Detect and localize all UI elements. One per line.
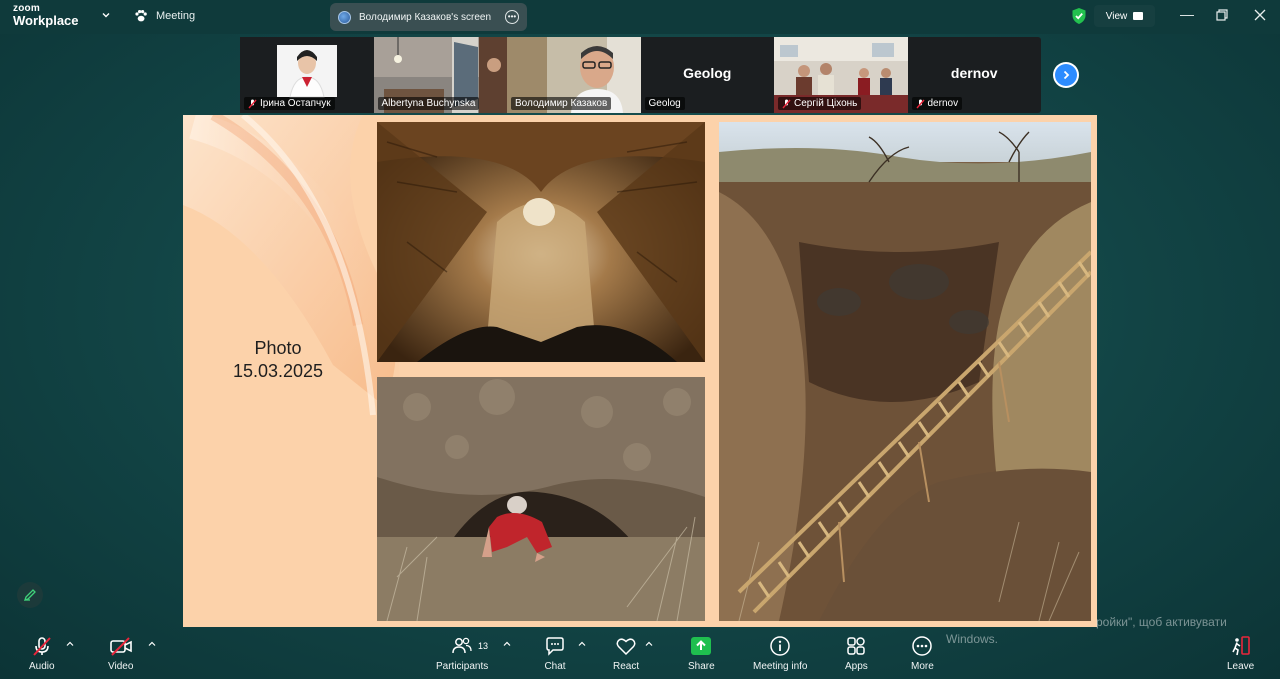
mic-muted-icon [248, 99, 257, 108]
participant-tile[interactable]: Geolog Geolog [641, 37, 775, 113]
logo-line2: Workplace [13, 13, 79, 28]
participant-display-name: Geolog [683, 65, 732, 81]
apps-icon [845, 635, 867, 657]
chat-button[interactable]: Chat [544, 635, 566, 672]
leave-label: Leave [1227, 661, 1255, 672]
windows-activation-watermark-line2: Windows. [946, 632, 999, 646]
leave-door-icon [1230, 635, 1252, 657]
react-options-chevron-icon[interactable] [645, 640, 653, 648]
meeting-label: Meeting [156, 10, 196, 22]
participant-name-tag: Сергій Ціхонь [778, 97, 862, 110]
globe-icon [338, 10, 351, 24]
audio-label: Audio [29, 661, 55, 672]
security-shield-icon[interactable] [1071, 7, 1087, 25]
participant-name-tag: Geolog [644, 97, 685, 110]
windows-activation-watermark-line1: ройки", щоб активувати [1096, 615, 1227, 629]
chat-label: Chat [544, 661, 566, 672]
react-button[interactable]: React [613, 635, 639, 672]
mic-muted-icon [31, 635, 53, 657]
more-button[interactable]: More [911, 635, 934, 672]
pencil-icon [23, 589, 36, 602]
share-screen-icon [690, 635, 712, 657]
apps-label: Apps [845, 661, 868, 672]
more-options-icon[interactable]: ••• [505, 10, 519, 24]
participants-options-chevron-icon[interactable] [503, 640, 511, 648]
video-off-icon [109, 635, 133, 657]
paw-icon [135, 10, 147, 22]
meeting-info-button[interactable]: Meeting info [753, 635, 807, 672]
mic-muted-icon [782, 99, 791, 108]
screen-share-pill[interactable]: Володимир Казаков's screen ••• [330, 3, 527, 31]
info-icon [769, 635, 791, 657]
heart-icon [615, 635, 637, 657]
caption-title: Photo [254, 338, 302, 358]
view-button[interactable]: View [1094, 5, 1155, 27]
react-label: React [613, 661, 640, 672]
participant-display-name: dernov [950, 65, 998, 81]
restore-icon[interactable] [1216, 9, 1228, 21]
participant-name-tag: Ірина Остапчук [244, 97, 335, 110]
meeting-menu-button[interactable]: Meeting [134, 9, 195, 23]
participant-name-tag: Володимир Казаков [511, 97, 612, 110]
photo-ravine-ladder [719, 122, 1091, 621]
leave-button[interactable]: Leave [1227, 635, 1254, 672]
participant-tile[interactable]: Ірина Остапчук [240, 37, 374, 113]
meeting-info-label: Meeting info [753, 661, 808, 672]
annotate-button[interactable] [17, 582, 43, 608]
audio-button[interactable]: Audio [29, 635, 55, 672]
participants-count: 13 [478, 641, 489, 651]
share-button[interactable]: Share [688, 635, 715, 672]
participant-tile[interactable]: Albertyna Buchynska [373, 37, 507, 113]
slide-caption: Photo 15.03.2025 [223, 337, 333, 382]
participant-filmstrip: Ірина Остапчук Albertyna Buchynska Волод… [240, 37, 1041, 113]
audio-options-chevron-icon[interactable] [66, 640, 74, 648]
minimize-icon[interactable]: — [1180, 6, 1194, 22]
screen-share-label: Володимир Казаков's screen [359, 11, 492, 23]
video-label: Video [108, 661, 134, 672]
participant-name-tag: dernov [911, 97, 963, 110]
share-label: Share [688, 661, 715, 672]
apps-button[interactable]: Apps [845, 635, 868, 672]
photo-cave-entrance [377, 377, 705, 621]
close-icon[interactable] [1254, 9, 1266, 21]
more-dots-icon [911, 635, 933, 657]
more-label: More [911, 661, 934, 672]
photo-mine-tunnel [377, 122, 705, 362]
video-options-chevron-icon[interactable] [148, 640, 156, 648]
participant-tile[interactable]: dernov dernov [908, 37, 1042, 113]
view-label: View [1105, 10, 1128, 22]
filmstrip-next-button[interactable] [1053, 62, 1079, 88]
mic-muted-icon [915, 99, 925, 108]
chevron-down-icon[interactable] [101, 10, 111, 20]
grid-view-icon [1133, 12, 1144, 20]
caption-date: 15.03.2025 [232, 360, 324, 381]
participants-label: Participants [436, 661, 489, 672]
zoom-logo: zoom Workplace [13, 4, 79, 28]
participants-icon [451, 635, 473, 657]
chat-bubble-icon [544, 635, 566, 657]
top-bar: zoom Workplace Meeting Володимир Казаков… [0, 0, 1280, 34]
shared-screen-slide: Photo 15.03.2025 [183, 115, 1097, 627]
chat-options-chevron-icon[interactable] [578, 640, 586, 648]
video-button[interactable]: Video [108, 635, 133, 672]
chevron-right-icon [1055, 64, 1077, 86]
participant-tile-active-speaker[interactable]: Володимир Казаков [507, 37, 641, 113]
participant-tile[interactable]: Сергій Ціхонь [774, 37, 908, 113]
participant-name-tag: Albertyna Buchynska [377, 97, 480, 110]
